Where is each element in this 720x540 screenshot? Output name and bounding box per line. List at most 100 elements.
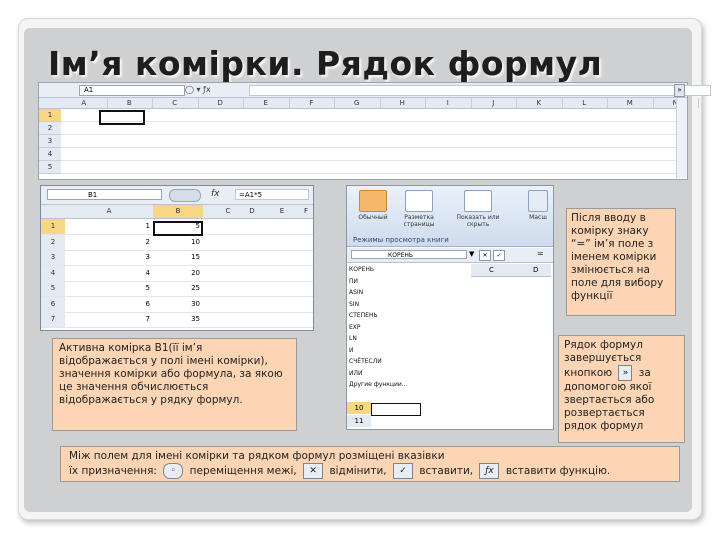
row-header[interactable]: 5 (39, 161, 61, 174)
table-row[interactable] (61, 161, 677, 174)
dropdown-arrow-icon[interactable]: ▼ (469, 250, 474, 258)
column-header[interactable]: B (107, 98, 153, 108)
column-header[interactable]: E (243, 98, 290, 108)
column-header[interactable]: D (198, 98, 244, 108)
name-box[interactable]: A1 (79, 85, 185, 96)
row-header[interactable]: 11 (347, 415, 371, 427)
column-header[interactable]: A (65, 205, 153, 218)
function-list-item[interactable]: КОРЕНЬ (349, 264, 469, 276)
table-row[interactable] (61, 148, 677, 161)
row-header[interactable]: 6 (41, 296, 65, 312)
cell-a[interactable]: 2 (65, 235, 153, 250)
cell-b[interactable]: 35 (153, 312, 203, 327)
active-cell[interactable] (153, 221, 203, 236)
ribbon-group-label: Режимы просмотра книги (353, 236, 449, 244)
cell-a[interactable]: 6 (65, 297, 153, 312)
enter-icon[interactable]: ✓ (493, 250, 505, 261)
cell-b[interactable]: 30 (153, 297, 203, 312)
column-header[interactable]: C (152, 98, 199, 108)
row-header[interactable]: 10 (347, 402, 371, 414)
column-header[interactable]: F (289, 98, 335, 108)
normal-view-button[interactable]: Обычный (353, 190, 393, 232)
row-header[interactable]: 4 (39, 148, 61, 161)
column-header[interactable]: B (153, 205, 203, 218)
page-layout-button[interactable]: Разметка страницы (397, 190, 441, 232)
ribbon: Обычный Разметка страницы Показать или с… (347, 186, 553, 247)
zoom-button[interactable]: Масш (523, 190, 553, 232)
function-list-item[interactable]: SIN (349, 299, 469, 311)
expand-formula-bar-button[interactable]: » (674, 84, 685, 97)
callout-active-cell: Активна комірка В1(її ім’я відображаєтьс… (52, 338, 297, 431)
excel-b1-sheet: B1 fx =A1*5 A B C D E F 1 1 5 2 2 10 3 3 15 4 4 20 5… (40, 185, 314, 331)
row-header[interactable]: 1 (39, 109, 61, 122)
column-header[interactable]: I (425, 98, 472, 108)
zoom-icon (528, 190, 548, 212)
cell-b[interactable]: 15 (153, 250, 203, 265)
callout-line: Між полем для імені комірки та рядком фо… (69, 450, 445, 462)
column-header[interactable]: D (237, 205, 267, 218)
active-cell[interactable] (99, 110, 145, 125)
function-list-item[interactable]: СТЕПЕНЬ (349, 310, 469, 322)
row-header[interactable]: 4 (41, 265, 65, 281)
column-header[interactable]: K (516, 98, 563, 108)
fx-icon[interactable]: fx (211, 189, 220, 199)
function-list-item[interactable]: ПИ (349, 276, 469, 288)
function-list-item[interactable]: ASIN (349, 287, 469, 299)
row-header[interactable]: 2 (41, 234, 65, 250)
function-list-item[interactable]: Другие функции... (349, 379, 469, 391)
cell-a[interactable]: 5 (65, 281, 153, 296)
column-header[interactable]: G (334, 98, 381, 108)
column-header[interactable]: C (489, 264, 494, 276)
function-list-item[interactable]: EXP (349, 322, 469, 334)
normal-view-icon (359, 190, 387, 212)
row-header[interactable]: 3 (39, 135, 61, 148)
column-headers: ABCDEFGHIJKLMN (39, 98, 699, 109)
fx-icon[interactable]: ◯ ▾ ƒx (185, 85, 245, 94)
column-header[interactable]: D (533, 264, 538, 276)
function-list-item[interactable]: И (349, 345, 469, 357)
column-header[interactable]: J (471, 98, 517, 108)
formula-input[interactable]: =A1*5 (235, 189, 309, 200)
show-hide-button[interactable]: Показать или скрыть (455, 190, 501, 232)
row-header[interactable]: 2 (39, 122, 61, 135)
name-box[interactable]: B1 (47, 189, 162, 200)
table-row: 3 3 15 (41, 250, 313, 266)
cell-a[interactable]: 1 (65, 219, 153, 234)
active-cell[interactable] (371, 403, 421, 416)
row-header[interactable]: 3 (41, 250, 65, 265)
row-header[interactable]: 7 (41, 312, 65, 327)
formula-input[interactable]: = (537, 249, 544, 258)
function-list-item[interactable]: LN (349, 333, 469, 345)
function-name-box[interactable]: КОРЕНЬ (351, 250, 467, 259)
row-header[interactable]: 1 (41, 219, 65, 234)
resize-handle-icon[interactable] (169, 189, 201, 202)
formula-bar: КОРЕНЬ ▼ ✕ ✓ = (347, 248, 553, 263)
cell-a[interactable]: 4 (65, 266, 153, 281)
table-row[interactable] (61, 135, 677, 148)
column-header[interactable]: L (562, 98, 608, 108)
table-row[interactable] (61, 109, 677, 122)
table-row[interactable] (61, 122, 677, 135)
column-headers: A B C D E F (41, 205, 313, 219)
formula-input[interactable] (249, 85, 711, 96)
row-header[interactable]: 5 (41, 281, 65, 296)
cancel-icon[interactable]: ✕ (479, 250, 491, 261)
function-dropdown-list[interactable]: КОРЕНЬ ПИ ASIN SIN СТЕПЕНЬ EXP LN И СЧЁТЕСЛИ ИЛИ Д… (349, 264, 469, 414)
column-header[interactable]: A (61, 98, 108, 108)
function-list-item[interactable]: ИЛИ (349, 368, 469, 380)
resize-handle-icon: ◦ (163, 463, 184, 479)
column-header[interactable]: M (607, 98, 654, 108)
cell-b[interactable]: 25 (153, 281, 203, 296)
cell-a[interactable]: 7 (65, 312, 153, 327)
column-header[interactable]: F (291, 205, 321, 218)
column-header[interactable]: H (380, 98, 426, 108)
vertical-scrollbar[interactable] (676, 98, 687, 178)
show-hide-icon (464, 190, 492, 212)
table-row: 5 5 25 (41, 281, 313, 297)
excel-function-sheet: Обычный Разметка страницы Показать или с… (346, 185, 554, 430)
cell-b[interactable]: 10 (153, 235, 203, 250)
function-list-item[interactable]: СЧЁТЕСЛИ (349, 356, 469, 368)
cell-b[interactable]: 20 (153, 266, 203, 281)
table-row: 4 4 20 (41, 265, 313, 282)
cell-a[interactable]: 3 (65, 250, 153, 265)
